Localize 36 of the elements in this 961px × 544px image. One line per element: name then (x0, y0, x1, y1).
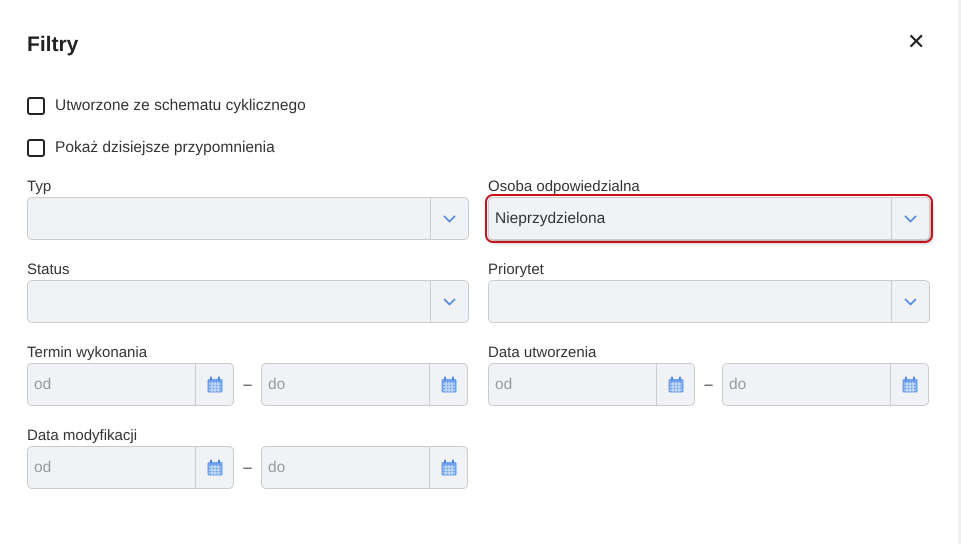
chevron-down-icon (904, 214, 917, 222)
field-label: Termin wykonania (27, 344, 148, 362)
date-field[interactable]: od (27, 363, 234, 406)
dropdown-field[interactable] (27, 280, 469, 323)
chevron-down-icon (443, 298, 456, 306)
calendar-icon (206, 459, 222, 476)
calendar-icon (440, 376, 456, 393)
dropdown-field[interactable]: Nieprzydzielona (488, 197, 930, 240)
dropdown-field[interactable] (488, 280, 930, 323)
field-label: Data modyfikacji (27, 427, 138, 445)
field-label: Data utworzenia (488, 344, 598, 362)
field-label: Priorytet (488, 261, 545, 279)
chevron-down-icon (904, 298, 917, 306)
checkbox[interactable] (27, 97, 45, 115)
close-button[interactable]: ✕ (902, 29, 930, 55)
checkbox-label: Utworzone ze schematu cyklicznego (55, 97, 306, 115)
date-field[interactable]: od (488, 363, 695, 406)
date-field[interactable]: do (261, 446, 468, 489)
date-field[interactable]: od (27, 446, 234, 489)
range-separator: – (242, 459, 253, 476)
checkbox-label: Pokaż dzisiejsze przypomnienia (55, 139, 275, 157)
dropdown-field[interactable] (27, 197, 469, 240)
calendar-icon (440, 459, 456, 476)
chevron-down-icon (443, 214, 456, 222)
date-field[interactable]: do (261, 363, 468, 406)
calendar-icon (902, 376, 918, 393)
field-label: Status (27, 261, 71, 279)
checkbox[interactable] (27, 139, 45, 157)
dialog-title: Filtry (27, 33, 78, 57)
range-separator: – (703, 376, 714, 393)
range-separator: – (242, 376, 253, 393)
field-label: Osoba odpowiedzialna (488, 178, 641, 196)
field-label: Typ (27, 178, 52, 196)
calendar-icon (668, 376, 684, 393)
date-field[interactable]: do (722, 363, 929, 406)
calendar-icon (206, 376, 222, 393)
